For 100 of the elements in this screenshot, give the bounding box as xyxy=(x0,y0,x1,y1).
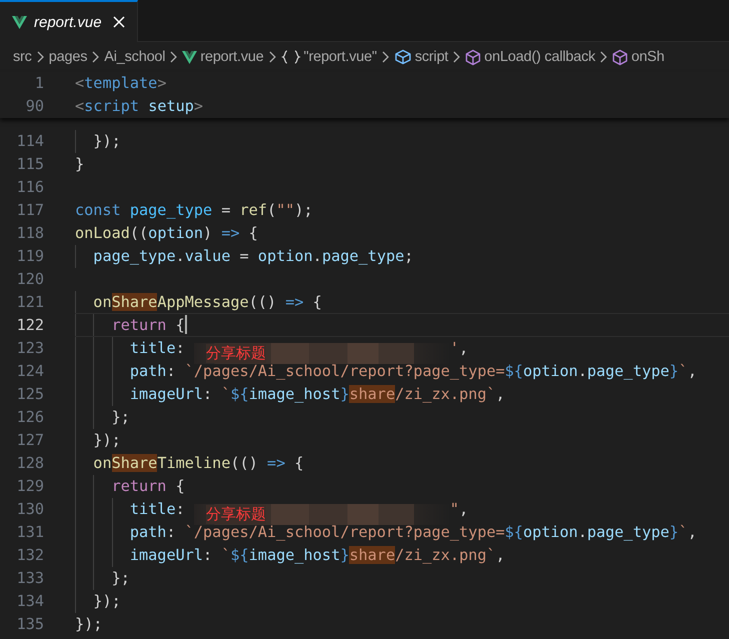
code-token: option xyxy=(148,224,204,242)
code-token: `/pages/Ai_school/report?page_type= xyxy=(184,523,505,541)
code-token: { xyxy=(176,477,185,495)
code-token: image_host xyxy=(248,385,340,403)
code-token: page_type xyxy=(587,362,670,380)
search-match: share xyxy=(349,385,396,403)
line-number: 130 xyxy=(16,499,44,520)
annotation-text: 分享标题 xyxy=(206,505,266,524)
line-number: 119 xyxy=(16,246,44,267)
breadcrumb-item[interactable]: src xyxy=(13,49,32,65)
line-number: 132 xyxy=(16,545,44,566)
breadcrumb-item[interactable]: script xyxy=(414,49,448,65)
code-token: path xyxy=(130,362,166,380)
code-token: . xyxy=(176,247,185,265)
code-token: . xyxy=(578,523,588,541)
code-token: : xyxy=(203,546,214,564)
code-token: option xyxy=(523,362,578,380)
code-token: page_type xyxy=(587,523,670,541)
code-token: "" xyxy=(276,201,295,219)
line-number: 125 xyxy=(16,384,44,405)
code-token: . xyxy=(312,247,322,265)
code-token: " xyxy=(450,500,460,518)
line-number: 126 xyxy=(16,407,44,428)
code-token: , xyxy=(459,500,468,518)
code-token: imageUrl xyxy=(130,546,204,564)
code-token: on xyxy=(93,293,112,311)
breadcrumb-item[interactable]: onSh xyxy=(631,49,664,65)
line-number: 129 xyxy=(16,476,44,497)
code-token: => xyxy=(221,224,240,242)
line-number: 1 xyxy=(34,73,44,94)
line-number: 116 xyxy=(16,177,44,198)
line-number: 115 xyxy=(16,154,44,175)
code-token: page_type xyxy=(322,247,404,265)
code-token: } xyxy=(75,155,84,173)
vue-logo-icon xyxy=(12,16,27,28)
braces-icon xyxy=(280,49,301,65)
line-number: 114 xyxy=(16,131,44,152)
code-token: script xyxy=(84,97,140,115)
code-token: return xyxy=(112,477,166,495)
chevron-icon xyxy=(452,50,462,64)
chevron-icon xyxy=(91,50,100,64)
line-number: 123 xyxy=(16,338,44,359)
code-token: , xyxy=(496,385,505,403)
breadcrumb-item[interactable]: onLoad() callback xyxy=(484,49,596,65)
code-token: : xyxy=(176,339,186,357)
code-token: , xyxy=(688,523,697,541)
code-token: const xyxy=(75,201,121,219)
code-token: : xyxy=(176,500,186,518)
line-number: 120 xyxy=(16,269,44,290)
breadcrumb-item[interactable]: pages xyxy=(48,49,88,65)
editor-tab[interactable]: report.vue xyxy=(0,0,138,42)
code-token: }); xyxy=(93,431,121,449)
code-token: => xyxy=(267,454,286,472)
code-token: } xyxy=(669,523,679,541)
code-token: => xyxy=(285,293,304,311)
code-token: }; xyxy=(112,569,130,587)
code-token: }); xyxy=(93,592,121,610)
code-token: ${ xyxy=(504,362,524,380)
code-token: template xyxy=(84,74,158,92)
code-token: ( xyxy=(267,201,276,219)
code-token: ); xyxy=(294,201,313,219)
code-token: ` xyxy=(678,523,688,541)
search-match: share xyxy=(349,546,396,564)
code-token: path xyxy=(130,523,166,541)
cube-icon xyxy=(394,49,412,65)
line-number: 135 xyxy=(16,614,44,635)
code-token: ${ xyxy=(230,546,249,564)
code-token: return xyxy=(112,316,166,334)
code-token: { xyxy=(176,316,185,334)
code-token: }); xyxy=(93,132,121,150)
code-token: ) xyxy=(203,224,214,242)
code-token: , xyxy=(496,546,505,564)
close-button[interactable] xyxy=(111,14,127,30)
code-token: ` xyxy=(678,362,688,380)
code-token: setup xyxy=(148,97,194,115)
code-token: < xyxy=(75,74,84,92)
chevron-icon xyxy=(380,50,390,64)
search-match: Share xyxy=(112,293,158,311)
code-token: /zi_zx.png` xyxy=(395,546,496,564)
code-token: image_host xyxy=(248,546,340,564)
breadcrumb-item[interactable]: "report.vue" xyxy=(304,49,377,65)
code-token: < xyxy=(75,97,84,115)
code-token: (() xyxy=(248,293,278,311)
code-token: }; xyxy=(112,408,130,426)
line-number: 131 xyxy=(16,522,44,543)
code-token: title xyxy=(130,500,176,518)
line-number: 134 xyxy=(16,591,44,612)
code-token: = xyxy=(240,247,250,265)
code-token: }); xyxy=(75,615,102,633)
chevron-icon xyxy=(169,50,178,64)
breadcrumb-item[interactable]: Ai_school xyxy=(104,49,166,65)
line-number: 121 xyxy=(16,292,44,313)
code-token: `/pages/Ai_school/report?page_type= xyxy=(184,362,505,380)
line-number: 124 xyxy=(16,361,44,382)
code-token: Timeline xyxy=(157,454,230,472)
breadcrumb-item[interactable]: report.vue xyxy=(200,49,264,65)
code-token: : xyxy=(166,362,177,380)
search-match: Share xyxy=(112,454,158,472)
code-token: ; xyxy=(404,247,414,265)
line-number: 117 xyxy=(16,200,44,221)
